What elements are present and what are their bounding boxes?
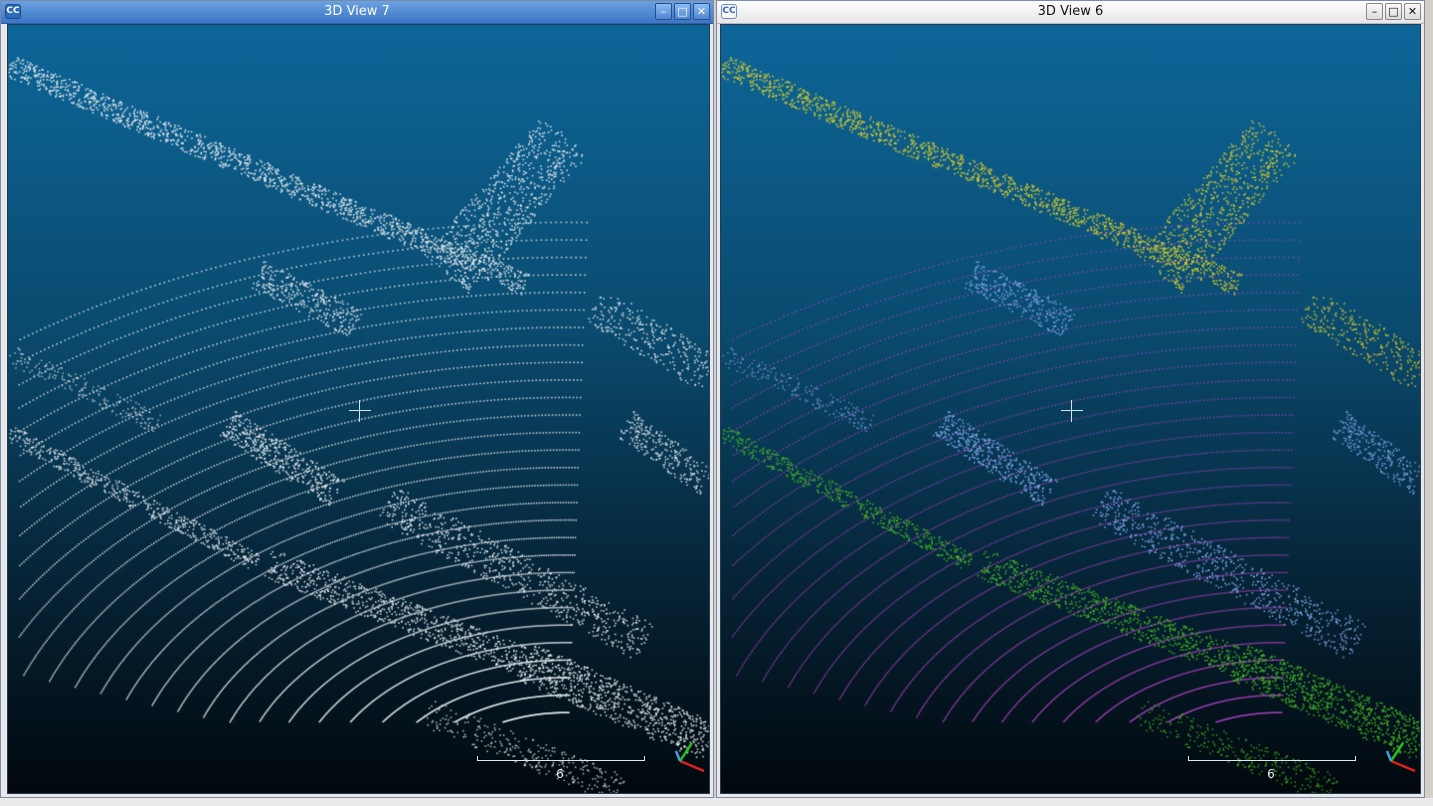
scale-label: 6 [556,767,564,781]
3d-view-window-right[interactable]: CC 3D View 6 – □ ✕ 6 [716,0,1425,798]
scale-bar [1188,756,1356,761]
axis-trihedron-icon [674,742,705,773]
status-strip [0,798,1433,806]
scale-label: 6 [1267,767,1275,781]
scale-bar [477,756,645,761]
close-button[interactable]: ✕ [1404,3,1421,20]
3d-viewport[interactable]: 6 [720,24,1421,794]
title-bar[interactable]: CC 3D View 7 – □ ✕ [1,1,713,24]
title-bar[interactable]: CC 3D View 6 – □ ✕ [717,1,1424,24]
minimize-button[interactable]: – [1366,3,1383,20]
window-title: 3D View 6 [1037,4,1104,19]
maximize-button[interactable]: □ [1385,3,1402,20]
minimize-button[interactable]: – [655,3,672,20]
close-button[interactable]: ✕ [693,3,710,20]
maximize-button[interactable]: □ [674,3,691,20]
window-title: 3D View 7 [324,4,390,19]
3d-view-window-left[interactable]: CC 3D View 7 – □ ✕ 6 [0,0,714,798]
crosshair-icon [1061,400,1083,422]
axis-trihedron-icon [1385,742,1416,773]
crosshair-icon [349,400,371,422]
3d-viewport[interactable]: 6 [7,24,710,794]
